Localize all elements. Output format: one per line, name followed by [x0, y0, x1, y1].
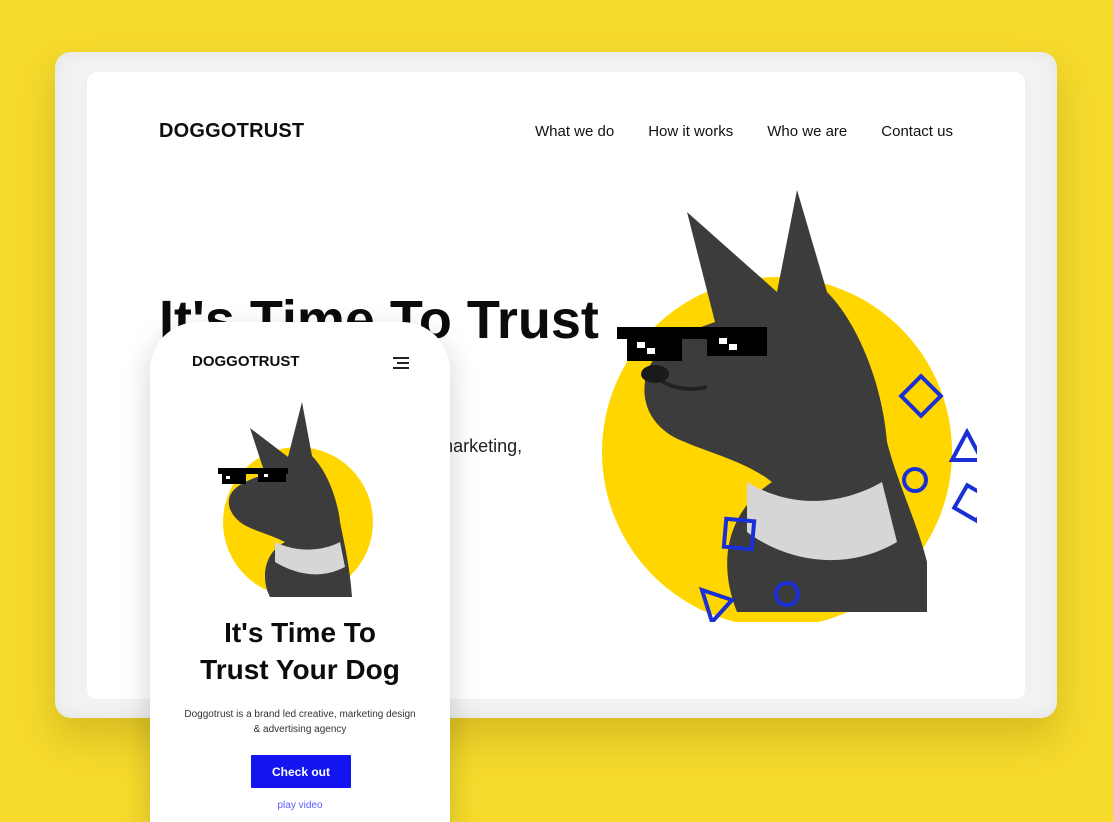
hamburger-menu-icon[interactable]	[393, 357, 409, 369]
mobile-logo[interactable]: DOGGOTRUST	[192, 353, 300, 370]
play-video-link[interactable]: play video	[150, 800, 450, 811]
nav-how-it-works[interactable]: How it works	[648, 123, 733, 140]
blue-triangle-shape	[948, 427, 977, 462]
desktop-nav: What we do How it works Who we are Conta…	[535, 123, 953, 140]
mobile-hero-subtitle: Doggotrust is a brand led creative, mark…	[184, 709, 416, 735]
mobile-device-frame: DOGGOTRUST It's Time To Trust Your Dog D…	[150, 322, 450, 822]
mobile-hero-title: It's Time To Trust Your Dog	[150, 614, 450, 688]
mobile-hero-title-line2: Trust Your Dog	[200, 654, 400, 685]
check-out-button[interactable]: Check out	[251, 755, 351, 788]
nav-who-we-are[interactable]: Who we are	[767, 123, 847, 140]
desktop-logo[interactable]: DOGGOTRUST	[159, 120, 304, 143]
mobile-dog-illustration	[218, 402, 373, 597]
nav-contact-us[interactable]: Contact us	[881, 123, 953, 140]
blue-square-shape	[951, 482, 977, 524]
desktop-dog-illustration	[602, 190, 977, 622]
mobile-hero-title-line1: It's Time To	[224, 617, 376, 648]
nav-what-we-do[interactable]: What we do	[535, 123, 614, 140]
